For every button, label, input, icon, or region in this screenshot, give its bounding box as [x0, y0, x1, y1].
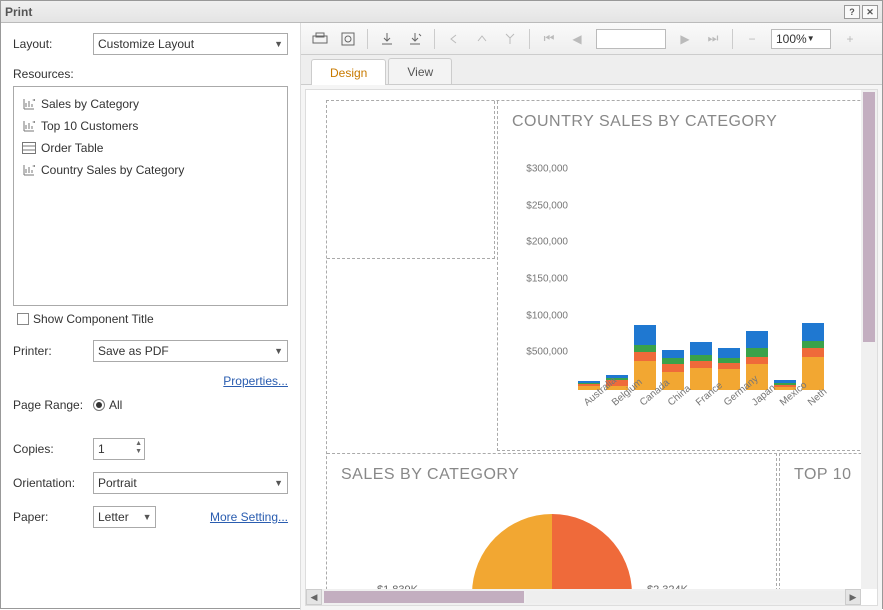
- window-title: Print: [5, 5, 32, 19]
- separator: [732, 29, 733, 49]
- layout-label: Layout:: [13, 37, 93, 51]
- y-tick: $200,000: [526, 237, 568, 248]
- y-tick: $250,000: [526, 200, 568, 211]
- y-tick: $100,000: [526, 310, 568, 321]
- close-button[interactable]: ✕: [862, 5, 878, 19]
- chart-icon: [22, 97, 36, 111]
- y-tick: $300,000: [526, 164, 568, 175]
- resource-item[interactable]: Country Sales by Category: [18, 159, 283, 181]
- help-button[interactable]: ?: [844, 5, 860, 19]
- region-empty[interactable]: [327, 101, 495, 259]
- paper-label: Paper:: [13, 510, 93, 524]
- tab-design[interactable]: Design: [311, 59, 386, 85]
- zoom-combo[interactable]: 100% ▼: [771, 29, 831, 49]
- show-title-checkbox[interactable]: Show Component Title: [13, 312, 288, 326]
- toolbar: ⏮ ◀ ▶ ⏭ − 100% ▼ +: [301, 23, 882, 55]
- resource-label: Order Table: [41, 141, 103, 155]
- vertical-scrollbar[interactable]: [861, 90, 877, 589]
- chevron-down-icon: ▼: [274, 346, 283, 356]
- page[interactable]: COUNTRY SALES BY CATEGORY $300,000 $250,0…: [326, 100, 878, 606]
- y-tick: $150,000: [526, 274, 568, 285]
- y-tick: $500,000: [526, 347, 568, 358]
- copies-label: Copies:: [13, 442, 93, 456]
- layout-value: Customize Layout: [98, 37, 194, 51]
- zoom-in-icon: +: [837, 27, 863, 51]
- chevron-down-icon: ▼: [807, 34, 815, 43]
- country-sales-title: COUNTRY SALES BY CATEGORY: [498, 101, 878, 143]
- resources-listbox[interactable]: Sales by Category Top 10 Customers Order T…: [13, 86, 288, 306]
- checkbox-icon: [17, 313, 29, 325]
- last-page-icon: ⏭: [700, 27, 726, 51]
- orientation-label: Orientation:: [13, 476, 93, 490]
- print-icon[interactable]: [307, 27, 333, 51]
- printer-label: Printer:: [13, 344, 93, 358]
- show-title-label: Show Component Title: [33, 312, 154, 326]
- chart-icon: [22, 119, 36, 133]
- resources-label: Resources:: [13, 67, 288, 81]
- horizontal-scrollbar[interactable]: ◀ ▶: [306, 589, 861, 605]
- settings-panel: Layout: Customize Layout ▼ Resources: Sa…: [1, 23, 301, 610]
- orientation-combo[interactable]: Portrait ▼: [93, 472, 288, 494]
- separator: [434, 29, 435, 49]
- tabs: Design View: [301, 55, 882, 85]
- scroll-right-icon[interactable]: ▶: [845, 589, 861, 605]
- resource-item[interactable]: Top 10 Customers: [18, 115, 283, 137]
- region-country-sales[interactable]: COUNTRY SALES BY CATEGORY $300,000 $250,0…: [497, 101, 878, 451]
- zoom-value: 100%: [776, 32, 807, 46]
- resource-label: Top 10 Customers: [41, 119, 138, 133]
- scroll-left-icon[interactable]: ◀: [306, 589, 322, 605]
- export2-icon[interactable]: [402, 27, 428, 51]
- layout-combo[interactable]: Customize Layout ▼: [93, 33, 288, 55]
- resource-label: Country Sales by Category: [41, 163, 184, 177]
- properties-link[interactable]: Properties...: [223, 374, 288, 388]
- zoom-out-icon: −: [739, 27, 765, 51]
- pagerange-label: Page Range:: [13, 398, 93, 412]
- orientation-value: Portrait: [98, 476, 137, 490]
- resource-item[interactable]: Order Table: [18, 137, 283, 159]
- chart-icon: [22, 163, 36, 177]
- prev-page-icon: ◀: [564, 27, 590, 51]
- separator: [529, 29, 530, 49]
- sales-title: SALES BY CATEGORY: [327, 454, 776, 496]
- first-page-icon: ⏮: [536, 27, 562, 51]
- printer-value: Save as PDF: [98, 344, 169, 358]
- setup-icon[interactable]: [335, 27, 361, 51]
- paper-combo[interactable]: Letter ▼: [93, 506, 156, 528]
- chevron-down-icon: ▼: [274, 39, 283, 49]
- up-icon: [469, 27, 495, 51]
- table-icon: [22, 141, 36, 155]
- copies-value: 1: [98, 442, 105, 456]
- page-input[interactable]: [596, 29, 666, 49]
- undo-icon: [441, 27, 467, 51]
- printer-combo[interactable]: Save as PDF ▼: [93, 340, 288, 362]
- design-canvas[interactable]: COUNTRY SALES BY CATEGORY $300,000 $250,0…: [305, 89, 878, 606]
- preview-panel: ⏮ ◀ ▶ ⏭ − 100% ▼ + Design View COUNTRY S…: [301, 23, 882, 610]
- more-settings-link[interactable]: More Setting...: [210, 510, 288, 524]
- spinner-icon[interactable]: ▲▼: [135, 440, 142, 455]
- pagerange-all-radio[interactable]: [93, 399, 105, 411]
- resource-label: Sales by Category: [41, 97, 139, 111]
- resource-item[interactable]: Sales by Category: [18, 93, 283, 115]
- separator: [367, 29, 368, 49]
- chevron-down-icon: ▼: [143, 512, 152, 522]
- region-sales-by-category[interactable]: SALES BY CATEGORY $1,839K $2,324K: [327, 453, 777, 606]
- bar-chart: $300,000 $250,000 $200,000 $150,000 $100,000…: [510, 149, 878, 440]
- x-tick: Neth: [806, 386, 829, 408]
- next-page-icon: ▶: [672, 27, 698, 51]
- export-icon[interactable]: [374, 27, 400, 51]
- paper-value: Letter: [98, 510, 129, 524]
- copies-input[interactable]: 1 ▲▼: [93, 438, 145, 460]
- pagerange-all-label: All: [109, 398, 122, 412]
- titlebar: Print ? ✕: [1, 1, 882, 23]
- tab-view[interactable]: View: [388, 58, 452, 84]
- chevron-down-icon: ▼: [274, 478, 283, 488]
- branch-icon: [497, 27, 523, 51]
